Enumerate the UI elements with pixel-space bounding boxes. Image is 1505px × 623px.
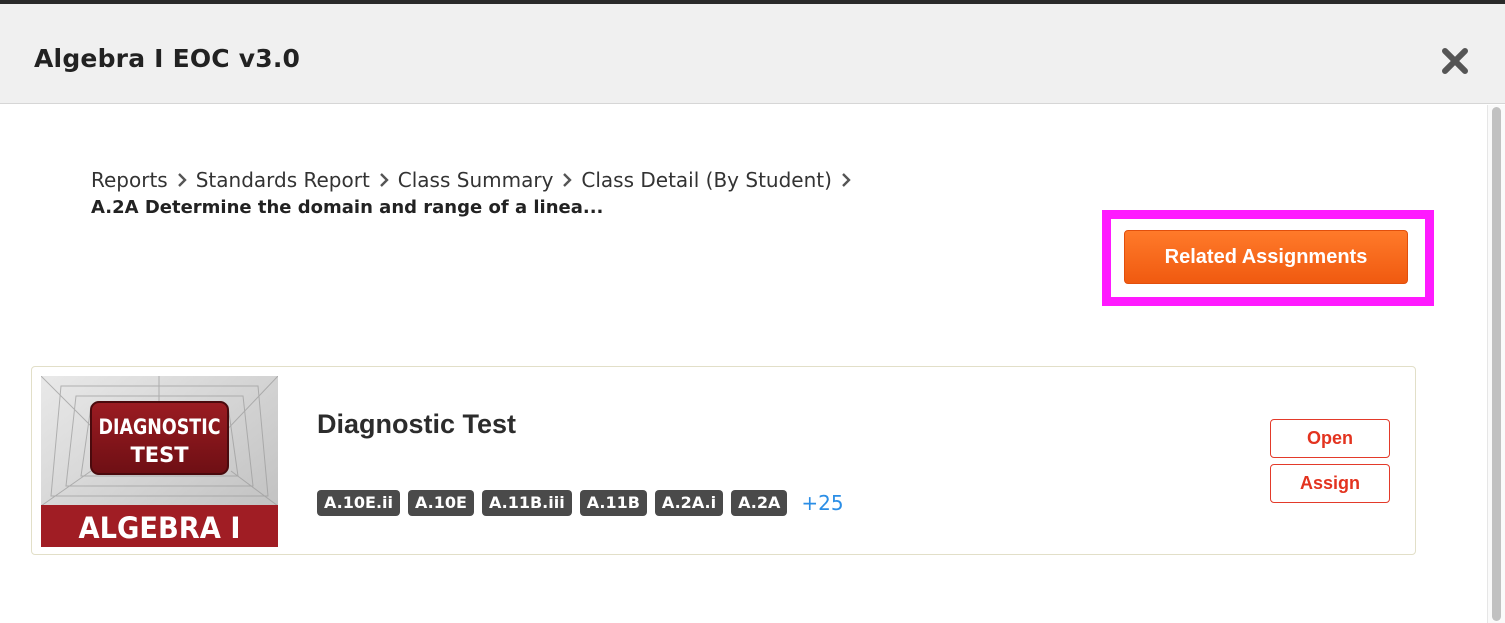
assign-button[interactable]: Assign	[1270, 464, 1390, 503]
standard-tag: A.10E.ii	[317, 490, 400, 516]
breadcrumb-item-reports[interactable]: Reports	[91, 168, 168, 192]
modal-header: Algebra I EOC v3.0	[0, 4, 1505, 104]
open-button[interactable]: Open	[1270, 419, 1390, 458]
breadcrumb: Reports Standards Report Class Summary C…	[91, 168, 860, 192]
assignment-card: DIAGNOSTIC TEST ALGEBRA I Diagnostic Tes…	[31, 366, 1416, 555]
thumbnail-line2: TEST	[130, 443, 189, 467]
breadcrumb-item-class-summary[interactable]: Class Summary	[398, 168, 554, 192]
modal-title: Algebra I EOC v3.0	[34, 44, 301, 73]
chevron-right-icon	[171, 170, 193, 190]
breadcrumb-current: A.2A Determine the domain and range of a…	[91, 197, 604, 218]
standard-tag: A.11B	[579, 490, 647, 516]
thumbnail-subject: ALGEBRA I	[79, 511, 241, 545]
breadcrumb-item-class-detail[interactable]: Class Detail (By Student)	[581, 168, 832, 192]
related-assignments-button[interactable]: Related Assignments	[1124, 230, 1408, 284]
chevron-right-icon	[556, 170, 578, 190]
thumbnail-line1: DIAGNOSTIC	[99, 415, 221, 439]
standard-tag: A.11B.iii	[481, 490, 572, 516]
chevron-right-icon	[835, 170, 857, 190]
standards-tags: A.10E.ii A.10E A.11B.iii A.11B A.2A.i A.…	[317, 490, 844, 516]
close-icon[interactable]	[1440, 46, 1470, 76]
chevron-right-icon	[373, 170, 395, 190]
vertical-scrollbar[interactable]	[1487, 105, 1505, 623]
assignment-thumbnail: DIAGNOSTIC TEST ALGEBRA I	[41, 376, 278, 547]
more-tags-link[interactable]: +25	[801, 491, 843, 515]
standard-tag: A.10E	[408, 490, 474, 516]
scrollbar-thumb[interactable]	[1492, 107, 1501, 621]
breadcrumb-item-standards-report[interactable]: Standards Report	[196, 168, 370, 192]
standard-tag: A.2A	[731, 490, 788, 516]
assignment-title[interactable]: Diagnostic Test	[317, 409, 516, 440]
standard-tag: A.2A.i	[654, 490, 724, 516]
modal-dialog: Algebra I EOC v3.0 Reports Standards Rep…	[0, 4, 1505, 623]
